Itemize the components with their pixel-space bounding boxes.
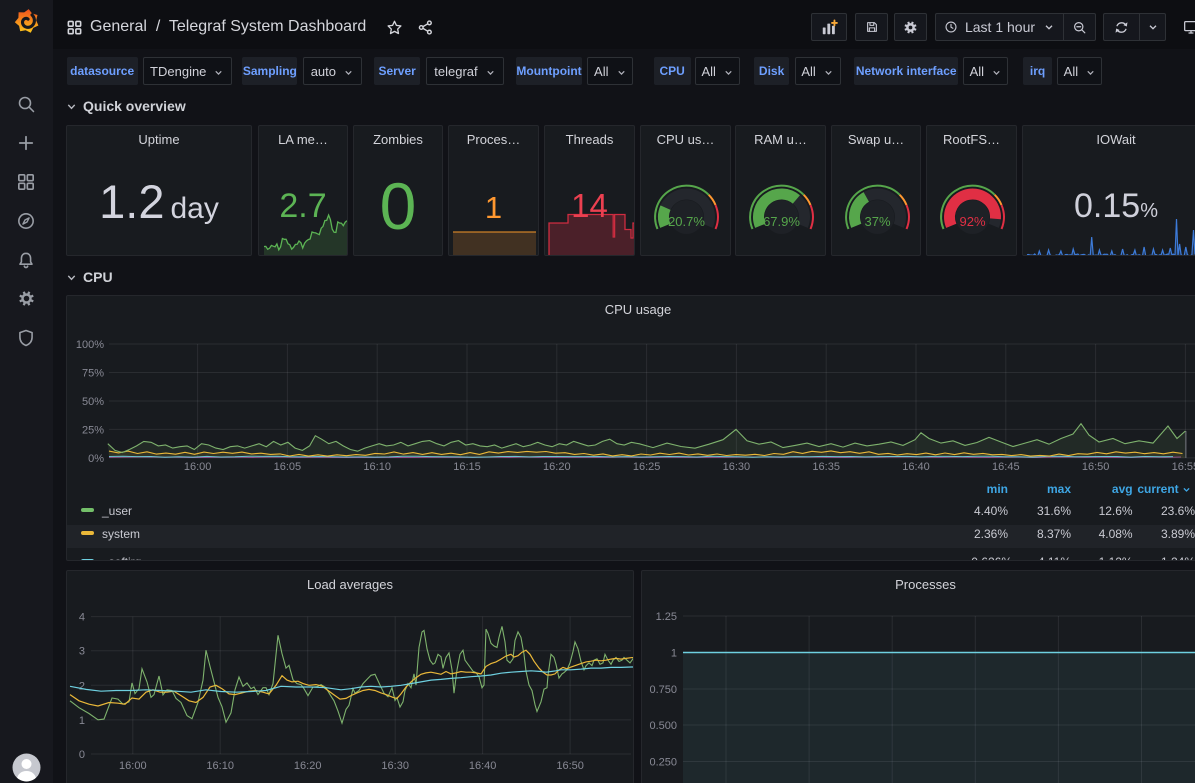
svg-text:16:10: 16:10 bbox=[206, 760, 234, 772]
svg-text:16:20: 16:20 bbox=[294, 760, 322, 772]
svg-text:16:30: 16:30 bbox=[723, 461, 751, 473]
svg-text:16:40: 16:40 bbox=[469, 760, 497, 772]
svg-text:25%: 25% bbox=[82, 424, 104, 436]
svg-text:16:55: 16:55 bbox=[1172, 461, 1195, 473]
svg-text:20.7%: 20.7% bbox=[668, 214, 705, 229]
svg-text:67.9%: 67.9% bbox=[763, 214, 800, 229]
svg-text:16:35: 16:35 bbox=[812, 461, 840, 473]
svg-text:75%: 75% bbox=[82, 368, 104, 380]
svg-text:16:50: 16:50 bbox=[1082, 461, 1110, 473]
svg-text:16:30: 16:30 bbox=[381, 760, 409, 772]
svg-text:100%: 100% bbox=[76, 339, 104, 351]
svg-text:3: 3 bbox=[79, 646, 85, 658]
svg-text:2: 2 bbox=[79, 680, 85, 692]
svg-text:16:50: 16:50 bbox=[556, 760, 584, 772]
svg-text:50%: 50% bbox=[82, 396, 104, 408]
svg-text:37%: 37% bbox=[864, 214, 890, 229]
svg-text:0%: 0% bbox=[88, 453, 104, 465]
svg-text:16:20: 16:20 bbox=[543, 461, 571, 473]
svg-text:1: 1 bbox=[671, 648, 677, 660]
svg-text:1.25: 1.25 bbox=[656, 611, 677, 623]
svg-text:16:05: 16:05 bbox=[274, 461, 302, 473]
svg-text:1: 1 bbox=[79, 715, 85, 727]
svg-text:16:25: 16:25 bbox=[633, 461, 661, 473]
svg-text:92%: 92% bbox=[959, 214, 985, 229]
svg-text:0.750: 0.750 bbox=[649, 684, 677, 696]
svg-text:16:10: 16:10 bbox=[363, 461, 391, 473]
svg-text:4: 4 bbox=[79, 612, 85, 624]
svg-text:16:40: 16:40 bbox=[902, 461, 930, 473]
svg-text:0: 0 bbox=[79, 749, 85, 761]
svg-text:0.500: 0.500 bbox=[649, 720, 677, 732]
svg-text:16:15: 16:15 bbox=[453, 461, 481, 473]
svg-text:16:00: 16:00 bbox=[119, 760, 147, 772]
svg-text:0.250: 0.250 bbox=[649, 757, 677, 769]
svg-text:16:00: 16:00 bbox=[184, 461, 212, 473]
svg-text:16:45: 16:45 bbox=[992, 461, 1020, 473]
